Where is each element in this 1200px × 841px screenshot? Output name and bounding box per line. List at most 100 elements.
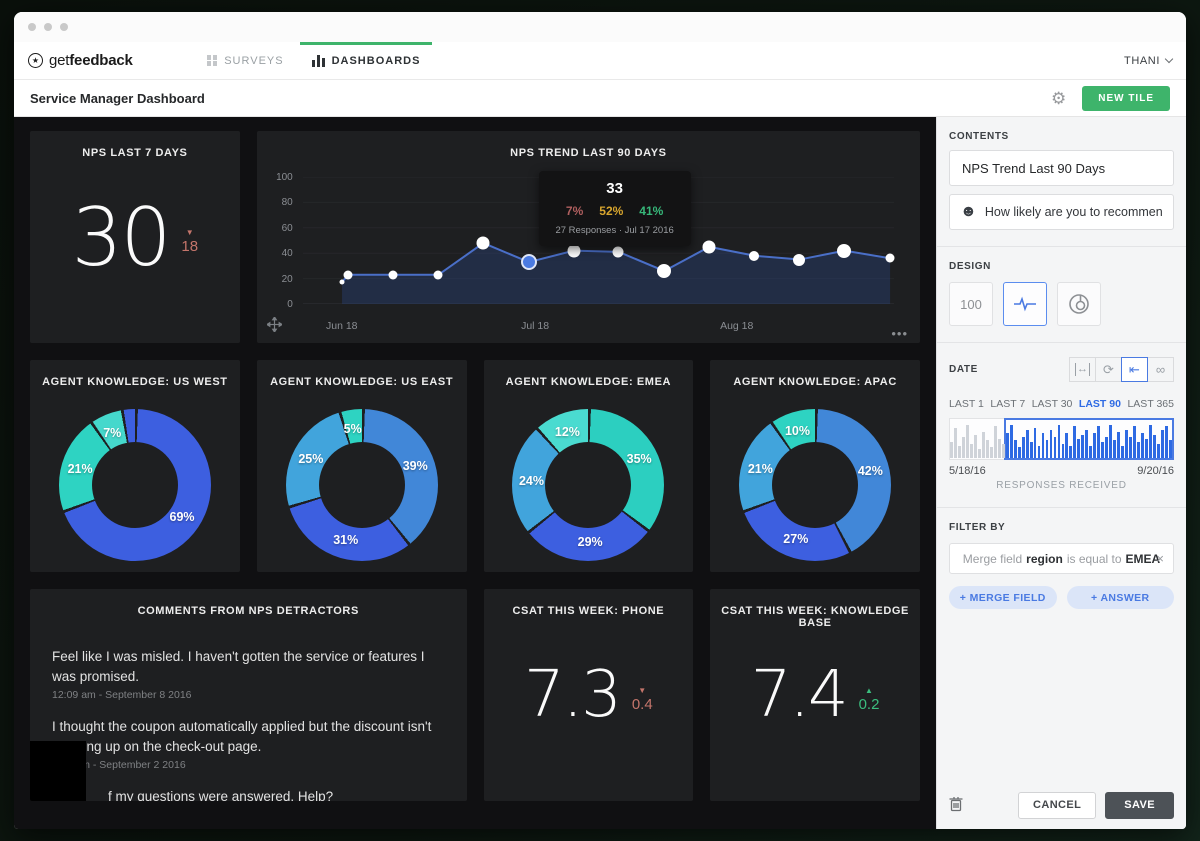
user-menu[interactable]: THANI	[1124, 42, 1174, 79]
window-control-close-icon[interactable]	[28, 23, 36, 31]
add-answer-button[interactable]: + ANSWER	[1066, 586, 1174, 609]
donut-slice-label: 7%	[103, 425, 122, 440]
date-mode-buttons: ↔ ⟳ ⇤ ∞	[1069, 357, 1174, 382]
tile-agent-knowledge-us-west[interactable]: AGENT KNOWLEDGE: US WEST 69% 21% 7%	[30, 360, 240, 572]
trend-point[interactable]	[702, 240, 716, 254]
donut-chart-emea[interactable]: 35% 29% 24% 12%	[512, 409, 665, 561]
tile-agent-knowledge-us-east[interactable]: AGENT KNOWLEDGE: US EAST 39% 31% 25% 5%	[256, 360, 467, 572]
tile-csat-knowledge-base[interactable]: CSAT THIS WEEK: KNOWLEDGE BASE 7.4 ▲ 0.2	[710, 589, 920, 801]
design-option-number[interactable]: 100	[949, 282, 993, 326]
trend-point[interactable]	[837, 243, 852, 258]
tab-surveys[interactable]: SURVEYS	[193, 42, 298, 79]
infinity-icon[interactable]: ∞	[1147, 357, 1174, 382]
window-control-zoom-icon[interactable]	[60, 23, 68, 31]
refresh-icon[interactable]: ⟳	[1095, 357, 1122, 382]
close-icon[interactable]: ×	[1156, 551, 1164, 566]
donut-hole	[545, 442, 632, 528]
trend-point[interactable]	[793, 253, 806, 266]
tile-agent-knowledge-emea[interactable]: AGENT KNOWLEDGE: EMEA 35% 29% 24% 12%	[483, 360, 694, 572]
desktop-background: ★ getfeedback SURVEYS DASHBOARDS THANI S…	[0, 0, 1200, 841]
tile-menu-ellipsis-icon[interactable]: •••	[891, 326, 908, 341]
tile-title: AGENT KNOWLEDGE: US WEST	[42, 376, 228, 388]
anchor-end-icon[interactable]: ⇤	[1121, 357, 1148, 382]
tile-csat-phone[interactable]: CSAT THIS WEEK: PHONE 7.3 ▼ 0.4	[483, 589, 694, 801]
range-last-1[interactable]: LAST 1	[949, 398, 984, 410]
dashboards-bars-icon	[311, 54, 325, 67]
smiley-face-icon: ☻	[960, 203, 977, 220]
comment-text: Feel like I was misled. I haven't gotten…	[52, 649, 425, 684]
comment-text: I thought the coupon automatically appli…	[52, 719, 432, 754]
range-last-365[interactable]: LAST 365	[1127, 398, 1174, 410]
donut-slice-label: 35%	[626, 452, 652, 467]
tab-surveys-label: SURVEYS	[224, 54, 284, 67]
tile-title: AGENT KNOWLEDGE: US EAST	[270, 376, 454, 388]
tooltip-detractors: 7%	[565, 204, 584, 218]
tile-nps-trend[interactable]: NPS TREND LAST 90 DAYS 0 20 40 60 80 100 33 7…	[256, 131, 920, 343]
page-header: Service Manager Dashboard ⚙ NEW TILE	[14, 80, 1186, 117]
trash-icon[interactable]	[949, 796, 963, 815]
donut-slice-label: 29%	[577, 534, 603, 549]
filter-chip[interactable]: Merge field region is equal to EMEA ×	[949, 543, 1174, 574]
donut-slice-label: 21%	[67, 462, 93, 477]
trend-point[interactable]	[476, 236, 490, 250]
tile-editor-sidebar: CONTENTS ☻ How likely are you to recomme…	[936, 117, 1186, 829]
trend-point[interactable]	[343, 270, 353, 280]
window-titlebar	[14, 12, 1186, 42]
trend-point-highlighted[interactable]	[520, 254, 537, 271]
trend-point[interactable]	[657, 263, 671, 278]
donut-chart-apac[interactable]: 42% 27% 21% 10%	[739, 409, 892, 561]
window-control-minimize-icon[interactable]	[44, 23, 52, 31]
tile-comments-nps-detractors[interactable]: COMMENTS FROM NPS DETRACTORS Feel like I…	[30, 589, 467, 801]
triangle-up-icon: ▲	[865, 686, 873, 695]
donut-slice-label: 69%	[169, 510, 195, 525]
trend-point[interactable]	[612, 246, 624, 258]
range-last-7[interactable]: LAST 7	[990, 398, 1025, 410]
gear-icon[interactable]: ⚙	[1051, 90, 1066, 107]
csat-kb-value: 7.4	[750, 658, 849, 732]
add-merge-field-button[interactable]: + MERGE FIELD	[949, 586, 1057, 609]
design-label: DESIGN	[949, 261, 991, 272]
histogram-caption: RESPONSES RECEIVED	[996, 480, 1127, 491]
fit-range-icon[interactable]: ↔	[1069, 357, 1096, 382]
cancel-button[interactable]: CANCEL	[1018, 791, 1097, 819]
tab-dashboards[interactable]: DASHBOARDS	[298, 42, 435, 79]
nps-delta: ▼ 18	[181, 228, 199, 256]
trend-point[interactable]	[567, 244, 581, 258]
trend-point[interactable]	[388, 270, 398, 280]
filter-value: EMEA	[1125, 551, 1161, 566]
donut-slice-label: 24%	[518, 474, 544, 489]
screenshot-artifact-overlay	[30, 741, 86, 801]
trend-point[interactable]	[339, 279, 345, 285]
trend-point[interactable]	[433, 270, 443, 280]
getfeedback-logo[interactable]: ★ getfeedback	[28, 42, 133, 79]
donut-slice-label: 10%	[784, 423, 811, 438]
tile-nps-last-7-days[interactable]: NPS LAST 7 DAYS 30 ▼ 18	[30, 131, 240, 343]
donut-chart-us-west[interactable]: 69% 21% 7%	[58, 409, 211, 561]
save-button[interactable]: SAVE	[1105, 791, 1174, 819]
design-option-line-chart[interactable]	[1003, 282, 1047, 326]
donut-chart-us-east[interactable]: 39% 31% 25% 5%	[285, 409, 438, 561]
app-window: ★ getfeedback SURVEYS DASHBOARDS THANI S…	[14, 12, 1186, 829]
donut-slice-label: 5%	[343, 421, 362, 436]
range-last-90[interactable]: LAST 90	[1079, 398, 1121, 410]
responses-histogram[interactable]	[949, 418, 1174, 460]
tile-agent-knowledge-apac[interactable]: AGENT KNOWLEDGE: APAC 42% 27% 21% 10%	[710, 360, 920, 572]
range-last-30[interactable]: LAST 30	[1032, 398, 1073, 410]
line-chart-icon	[1014, 296, 1036, 312]
tooltip-promoters: 41%	[639, 204, 664, 218]
trend-tooltip: 33 7% 52% 41% 27 Responses · Jul 17 2016	[538, 171, 691, 246]
nps-value: 30	[71, 190, 172, 284]
move-icon[interactable]	[265, 315, 283, 337]
filter-by-label: FILTER BY	[949, 522, 1006, 533]
design-option-donut-chart[interactable]	[1057, 282, 1101, 326]
tile-title-input[interactable]	[949, 150, 1174, 186]
comment-item: Feel like I was misled. I haven't gotten…	[52, 647, 445, 701]
trend-point[interactable]	[885, 253, 895, 263]
donut-slice-label: 27%	[783, 531, 809, 546]
design-number-label: 100	[960, 296, 982, 312]
question-selector[interactable]: ☻ How likely are you to recommend u…	[949, 194, 1174, 230]
new-tile-button[interactable]: NEW TILE	[1082, 85, 1170, 111]
donut-slice-label: 42%	[857, 463, 883, 478]
comment-timestamp: 12:09 am - September 8 2016	[52, 689, 192, 702]
trend-point[interactable]	[749, 250, 760, 261]
